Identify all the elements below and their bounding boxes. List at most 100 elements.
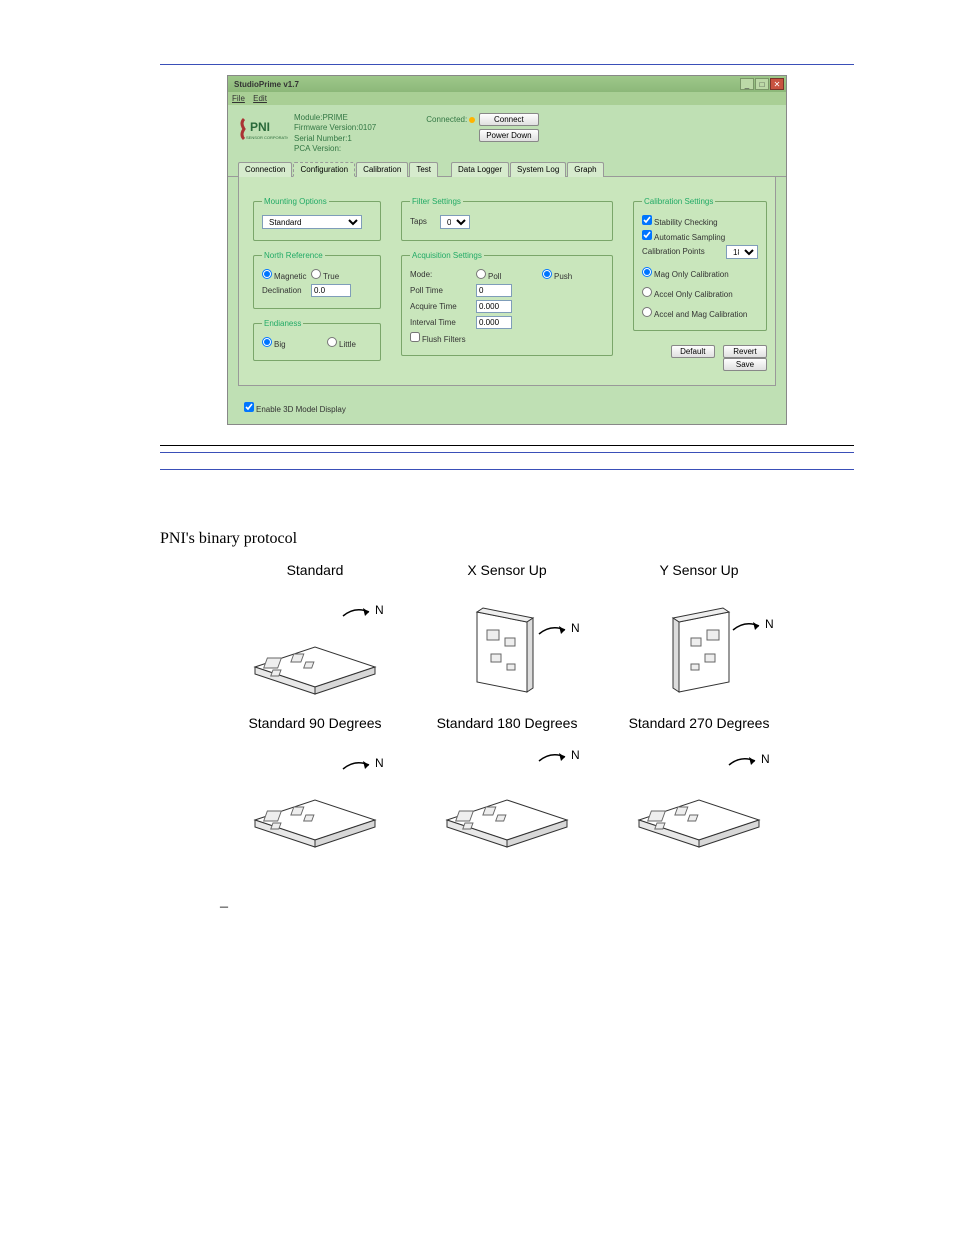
big-radio-label[interactable]: Big bbox=[262, 337, 307, 349]
svg-text:N: N bbox=[761, 752, 770, 766]
serial-number: Serial Number:1 bbox=[294, 134, 376, 144]
interval-time-label: Interval Time bbox=[410, 318, 472, 327]
true-radio[interactable] bbox=[311, 269, 321, 279]
flush-filters-checkbox[interactable] bbox=[410, 332, 420, 342]
menu-file[interactable]: File bbox=[232, 94, 245, 103]
maximize-icon[interactable]: □ bbox=[755, 78, 769, 90]
accel-only-label[interactable]: Accel Only Calibration bbox=[642, 287, 733, 299]
accel-only-radio[interactable] bbox=[642, 287, 652, 297]
tab-test[interactable]: Test bbox=[409, 162, 438, 177]
magnetic-radio-label[interactable]: Magnetic bbox=[262, 269, 307, 281]
app-window: StudioPrime v1.7 _ □ ✕ File Edit PNI SEN… bbox=[227, 75, 787, 425]
acquire-time-input[interactable] bbox=[476, 300, 512, 313]
menubar: File Edit bbox=[228, 92, 786, 105]
calib-points-select[interactable]: 18 bbox=[726, 245, 758, 259]
prose-text: PNI's binary protocol bbox=[160, 530, 854, 548]
footer-dash: – bbox=[220, 898, 854, 916]
diagram-y-sensor-up: Y Sensor Up N bbox=[609, 562, 789, 705]
tab-calibration[interactable]: Calibration bbox=[356, 162, 408, 177]
acq-legend: Acquisition Settings bbox=[410, 251, 484, 260]
svg-text:N: N bbox=[571, 621, 580, 635]
taps-select[interactable]: 0 bbox=[440, 215, 470, 229]
push-radio[interactable] bbox=[542, 269, 552, 279]
pni-logo: PNI SENSOR CORPORATION bbox=[238, 113, 288, 143]
svg-text:N: N bbox=[765, 617, 774, 631]
status-dot-icon bbox=[469, 117, 475, 123]
taps-label: Taps bbox=[410, 217, 436, 226]
svg-text:N: N bbox=[375, 603, 384, 617]
default-button[interactable]: Default bbox=[671, 345, 715, 358]
pca-version: PCA Version: bbox=[294, 144, 376, 154]
mag-only-radio[interactable] bbox=[642, 267, 652, 277]
mounting-options-group: Mounting Options Standard bbox=[253, 197, 381, 241]
enable-3d-checkbox[interactable] bbox=[244, 402, 254, 412]
mode-label: Mode: bbox=[410, 270, 472, 279]
filter-legend: Filter Settings bbox=[410, 197, 463, 206]
flush-filters-label[interactable]: Flush Filters bbox=[410, 332, 466, 344]
push-radio-label[interactable]: Push bbox=[542, 269, 604, 281]
big-radio[interactable] bbox=[262, 337, 272, 347]
stability-checkbox[interactable] bbox=[642, 215, 652, 225]
svg-text:N: N bbox=[571, 748, 580, 762]
tabstrip: Connection Configuration Calibration Tes… bbox=[228, 161, 786, 177]
north-reference-group: North Reference Magnetic True Declinatio… bbox=[253, 251, 381, 309]
filter-settings-group: Filter Settings Taps 0 bbox=[401, 197, 613, 241]
svg-text:SENSOR CORPORATION: SENSOR CORPORATION bbox=[246, 135, 288, 140]
poll-time-input[interactable] bbox=[476, 284, 512, 297]
auto-sampling-checkbox[interactable] bbox=[642, 230, 652, 240]
close-icon[interactable]: ✕ bbox=[770, 78, 784, 90]
tab-system-log[interactable]: System Log bbox=[510, 162, 566, 177]
diagram-standard: Standard N bbox=[225, 562, 405, 705]
poll-time-label: Poll Time bbox=[410, 286, 472, 295]
revert-button[interactable]: Revert bbox=[723, 345, 767, 358]
module-name: Module:PRIME bbox=[294, 113, 376, 123]
orientation-diagrams: Standard N X Sensor Up N Y Sensor Up N S… bbox=[160, 562, 854, 858]
diagram-standard-180: Standard 180 Degrees N bbox=[417, 715, 597, 858]
magnetic-radio[interactable] bbox=[262, 269, 272, 279]
mounting-select[interactable]: Standard bbox=[262, 215, 362, 229]
accel-mag-label[interactable]: Accel and Mag Calibration bbox=[642, 307, 747, 319]
declination-input[interactable] bbox=[311, 284, 351, 297]
poll-radio-label[interactable]: Poll bbox=[476, 269, 538, 281]
diagram-x-sensor-up: X Sensor Up N bbox=[417, 562, 597, 705]
tab-configuration[interactable]: Configuration bbox=[293, 162, 355, 177]
acquisition-settings-group: Acquisition Settings Mode: Poll Push Pol… bbox=[401, 251, 613, 356]
north-legend: North Reference bbox=[262, 251, 325, 260]
declination-label: Declination bbox=[262, 286, 307, 295]
save-button[interactable]: Save bbox=[723, 358, 767, 371]
little-radio[interactable] bbox=[327, 337, 337, 347]
diagram-standard-270: Standard 270 Degrees N bbox=[609, 715, 789, 858]
connected-label: Connected: bbox=[426, 115, 475, 124]
connect-button[interactable]: Connect bbox=[479, 113, 538, 126]
acquire-time-label: Acquire Time bbox=[410, 302, 472, 311]
little-radio-label[interactable]: Little bbox=[327, 337, 372, 349]
interval-time-input[interactable] bbox=[476, 316, 512, 329]
endianess-group: Endianess Big Little bbox=[253, 319, 381, 361]
mag-only-label[interactable]: Mag Only Calibration bbox=[642, 267, 729, 279]
tab-graph[interactable]: Graph bbox=[567, 162, 603, 177]
enable-3d-label[interactable]: Enable 3D Model Display bbox=[244, 405, 346, 414]
svg-text:N: N bbox=[375, 756, 384, 770]
poll-radio[interactable] bbox=[476, 269, 486, 279]
titlebar: StudioPrime v1.7 _ □ ✕ bbox=[228, 76, 786, 92]
endianess-legend: Endianess bbox=[262, 319, 303, 328]
calib-points-label: Calibration Points bbox=[642, 247, 722, 256]
calib-legend: Calibration Settings bbox=[642, 197, 715, 206]
menu-edit[interactable]: Edit bbox=[253, 94, 267, 103]
minimize-icon[interactable]: _ bbox=[740, 78, 754, 90]
tab-connection[interactable]: Connection bbox=[238, 162, 292, 177]
stability-label[interactable]: Stability Checking bbox=[642, 215, 718, 227]
calibration-settings-group: Calibration Settings Stability Checking … bbox=[633, 197, 767, 331]
diagram-standard-90: Standard 90 Degrees N bbox=[225, 715, 405, 858]
auto-sampling-label[interactable]: Automatic Sampling bbox=[642, 230, 725, 242]
firmware-version: Firmware Version:0107 bbox=[294, 123, 376, 133]
power-down-button[interactable]: Power Down bbox=[479, 129, 538, 142]
accel-mag-radio[interactable] bbox=[642, 307, 652, 317]
module-info: Module:PRIME Firmware Version:0107 Seria… bbox=[294, 113, 376, 155]
svg-text:PNI: PNI bbox=[250, 120, 270, 134]
configuration-panel: Mounting Options Standard North Referenc… bbox=[238, 177, 776, 386]
mounting-legend: Mounting Options bbox=[262, 197, 329, 206]
tab-data-logger[interactable]: Data Logger bbox=[451, 162, 509, 177]
true-radio-label[interactable]: True bbox=[311, 269, 356, 281]
window-title: StudioPrime v1.7 bbox=[234, 80, 739, 89]
